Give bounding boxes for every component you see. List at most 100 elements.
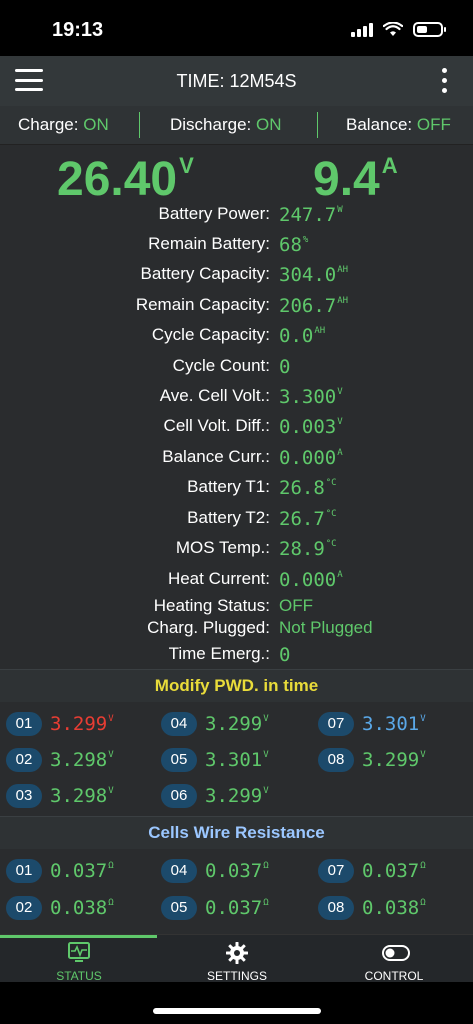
info-label: Remain Battery: [148,234,270,253]
tab-label: STATUS [56,969,102,983]
resistance-value: 0.038Ω [50,897,114,919]
cell-voltage-item: 08 3.299V [318,745,426,775]
info-value: 26.8°C [279,477,337,499]
info-value: 0.000A [279,447,343,469]
discharge-status: Discharge: ON [170,115,282,135]
info-label: Cell Volt. Diff.: [163,416,270,435]
clock: 19:13 [52,19,104,41]
cell-index-badge: 06 [161,784,197,808]
info-value: 304.0AH [279,264,349,286]
cell-index-badge: 08 [318,748,354,772]
resistance-value: 0.037Ω [362,860,426,882]
discharge-label: Discharge: [170,115,252,134]
info-label: Battery Capacity: [140,264,270,283]
info-row: Charg. Plugged: Not Plugged [0,618,473,646]
resistance-item: 04 0.037Ω [161,856,269,886]
info-value: 206.7AH [279,295,349,317]
bottom-tab-bar: STATUS SETTINGS CONTROL [0,934,473,983]
cell-index-badge: 05 [161,748,197,772]
current-value: 9.4 [313,153,380,206]
charge-label: Charge: [18,115,79,134]
info-row: Battery T2: 26.7°C [0,508,473,536]
app-header: TIME: 12M54S [0,56,473,107]
cell-voltage-item: 03 3.298V [6,781,114,811]
info-label: Time Emerg.: [168,644,270,663]
resistance-value: 0.037Ω [205,897,269,919]
more-options-icon[interactable] [442,68,447,93]
cell-voltage-value: 3.299V [50,713,114,735]
resistance-item: 01 0.037Ω [6,856,114,886]
tab-label: CONTROL [364,969,424,983]
tab-status[interactable]: STATUS [0,939,158,983]
voltage-value: 26.40 [57,153,178,206]
resistance-value: 0.037Ω [50,860,114,882]
info-row: Cycle Capacity: 0.0AH [0,325,473,353]
tab-control[interactable]: CONTROL [315,939,473,983]
info-row: Remain Capacity: 206.7AH [0,295,473,323]
info-value: 0.003V [279,416,343,438]
info-row: Battery Power: 247.7W [0,204,473,232]
info-value: 68% [279,234,309,256]
cell-index-badge: 08 [318,896,354,920]
cell-voltage-value: 3.298V [50,785,114,807]
cell-index-badge: 01 [6,712,42,736]
page-title: TIME: 12M54S [176,71,297,91]
resistance-value: 0.038Ω [362,897,426,919]
cell-voltage-section-title[interactable]: Modify PWD. in time [0,669,473,702]
info-label: Heating Status: [153,596,270,615]
charge-status: Charge: ON [18,115,109,135]
info-row: Ave. Cell Volt.: 3.300V [0,386,473,414]
cell-voltage-item: 06 3.299V [161,781,269,811]
system-status-bar: 19:13 [0,0,473,56]
info-label: Cycle Count: [172,356,270,375]
divider [317,112,318,138]
info-label: Ave. Cell Volt.: [159,386,270,405]
info-row: Balance Curr.: 0.000A [0,447,473,475]
cell-index-badge: 04 [161,712,197,736]
phone-battery-icon [413,22,446,37]
cell-index-badge: 02 [6,896,42,920]
cell-index-badge: 02 [6,748,42,772]
wire-resistance-section-title: Cells Wire Resistance [0,816,473,849]
cell-index-badge: 03 [6,784,42,808]
cell-voltage-value: 3.301V [362,713,426,735]
info-value: Not Plugged [279,618,373,637]
info-value: 0 [279,644,291,666]
charge-value: ON [83,115,109,134]
info-row: MOS Temp.: 28.9°C [0,538,473,566]
info-label: Battery Power: [158,204,271,223]
info-label: MOS Temp.: [175,538,270,557]
info-row: Remain Battery: 68% [0,234,473,262]
cell-voltage-value: 3.299V [362,749,426,771]
voltage-unit: V [179,153,194,178]
info-label: Battery T2: [187,508,270,527]
info-label: Heat Current: [167,569,270,588]
toggle-icon [382,945,410,961]
cell-voltage-item: 02 3.298V [6,745,114,775]
switch-status-strip: Charge: ON Discharge: ON Balance: OFF [0,106,473,145]
system-indicators [351,22,446,37]
resistance-item: 05 0.037Ω [161,893,269,923]
cell-voltage-item: 01 3.299V [6,709,114,739]
info-label: Cycle Capacity: [151,325,270,344]
info-value: OFF [279,596,313,615]
home-indicator[interactable] [153,1008,321,1014]
resistance-item: 08 0.038Ω [318,893,426,923]
info-value: 0 [279,356,291,378]
cellular-signal-icon [351,22,373,37]
total-current: 9.4A [313,152,398,207]
cell-index-badge: 05 [161,896,197,920]
balance-value: OFF [416,115,451,134]
cell-voltage-value: 3.301V [205,749,269,771]
discharge-value: ON [256,115,282,134]
divider [139,112,140,138]
active-tab-indicator [0,935,157,938]
wifi-icon [383,22,403,36]
info-row: Cycle Count: 0 [0,356,473,384]
cell-voltage-value: 3.298V [50,749,114,771]
gear-icon [226,942,248,964]
current-unit: A [381,153,398,178]
info-row: Cell Volt. Diff.: 0.003V [0,416,473,444]
cell-index-badge: 07 [318,712,354,736]
tab-settings[interactable]: SETTINGS [158,939,316,983]
